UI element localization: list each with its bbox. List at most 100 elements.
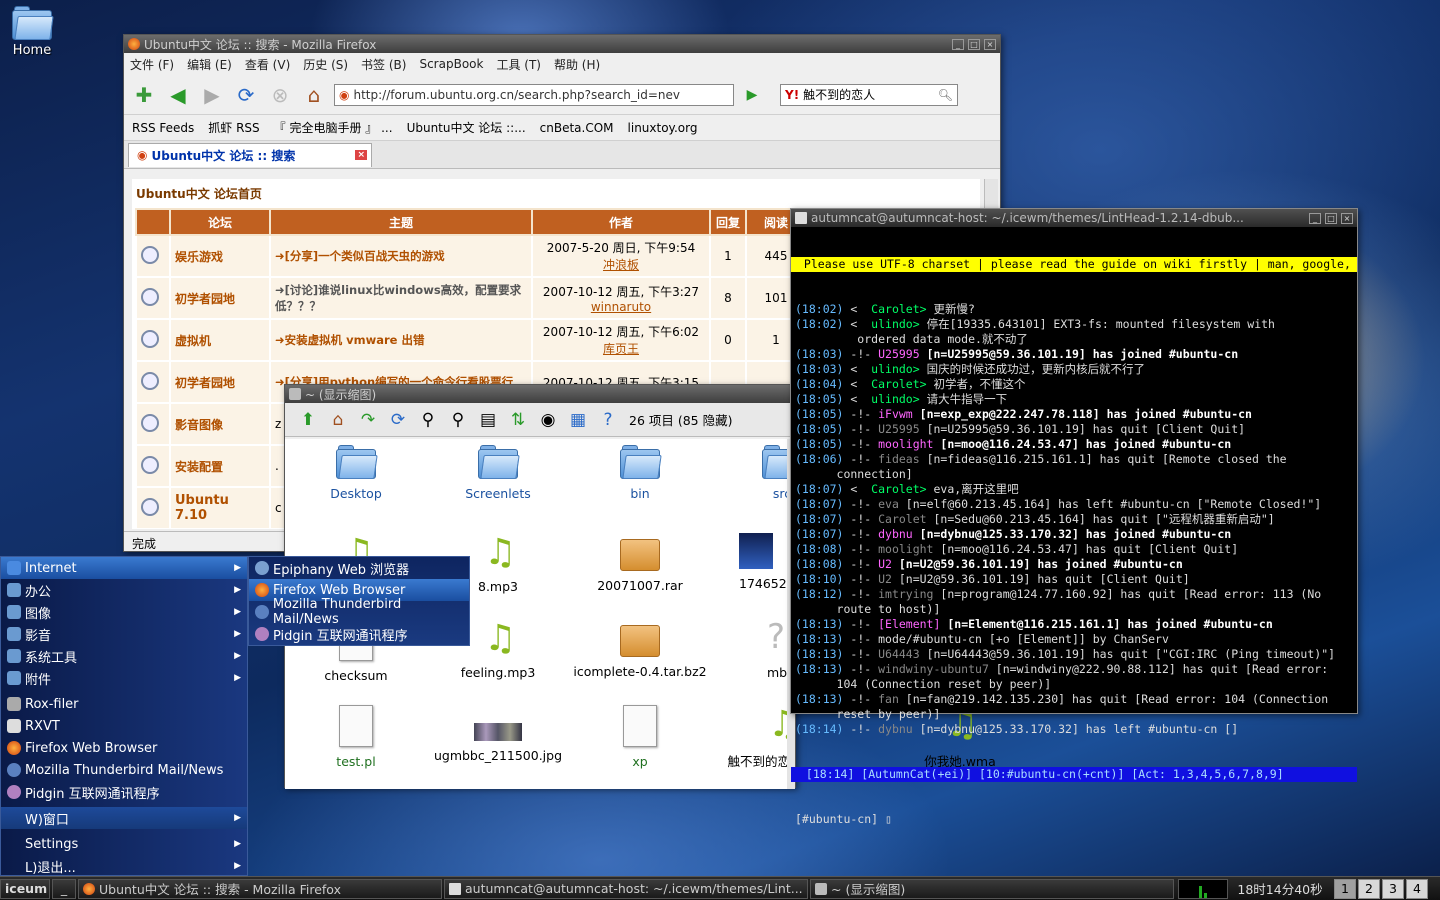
submenu-thunderbird[interactable]: Mozilla Thunderbird Mail/News: [249, 597, 469, 627]
stop-icon[interactable]: ⊗: [266, 81, 294, 109]
search-engine-icon[interactable]: Y!: [781, 88, 803, 102]
menu-rxvt[interactable]: RXVT: [1, 715, 247, 737]
submenu-pidgin[interactable]: Pidgin 互联网通讯程序: [249, 623, 469, 645]
home-icon[interactable]: ⌂: [323, 410, 353, 430]
menu-file[interactable]: 文件 (F): [130, 56, 174, 73]
back-arrow-icon[interactable]: ◀: [164, 81, 192, 109]
menu-tools[interactable]: 工具 (T): [496, 56, 541, 73]
menu-edit[interactable]: 编辑 (E): [187, 56, 232, 73]
task-terminal[interactable]: autumncat@autumncat-host: ~/.icewm/theme…: [444, 878, 808, 899]
menu-pidgin[interactable]: Pidgin 互联网通讯程序: [1, 781, 247, 803]
row-author[interactable]: 库页王: [537, 340, 705, 357]
menu-internet[interactable]: Internet ▶: [1, 557, 247, 579]
menu-graphics[interactable]: 图像 ▶: [1, 601, 247, 623]
menu-accessories[interactable]: 附件 ▶: [1, 667, 247, 689]
maximize-button[interactable]: □: [968, 38, 980, 50]
workspace-1[interactable]: 1: [1334, 878, 1356, 899]
display-icon[interactable]: ▤: [473, 410, 503, 430]
bookmark-ubuntu-forum[interactable]: Ubuntu中文 论坛 ::...: [407, 119, 526, 136]
magnifier-icon[interactable]: 🔍︎: [934, 88, 957, 102]
close-button[interactable]: ×: [1341, 212, 1353, 224]
submenu-epiphany[interactable]: Epiphany Web 浏览器: [249, 557, 469, 579]
maximize-button[interactable]: □: [1325, 212, 1337, 224]
scan-arrow-icon[interactable]: ↷: [353, 410, 383, 430]
forum-heading[interactable]: Ubuntu中文 论坛首页: [132, 179, 980, 208]
workspace-3[interactable]: 3: [1382, 878, 1404, 899]
url-input[interactable]: ◉ http://forum.ubuntu.org.cn/search.php?…: [334, 83, 734, 106]
firefox-titlebar[interactable]: Ubuntu中文 论坛 :: 搜索 - Mozilla Firefox _ □ …: [124, 35, 1000, 53]
bookmark-rss-feeds[interactable]: RSS Feeds: [132, 121, 194, 135]
clock[interactable]: 18时14分40秒: [1228, 879, 1332, 898]
new-tab-icon[interactable]: ✚: [130, 81, 158, 109]
workspace-2[interactable]: 2: [1358, 878, 1380, 899]
row-forum[interactable]: 初学者园地: [169, 276, 271, 320]
row-forum[interactable]: 安装配置: [169, 444, 271, 488]
row-forum[interactable]: 娱乐游戏: [169, 234, 271, 278]
tab-close-icon[interactable]: ×: [355, 150, 367, 160]
menu-help[interactable]: 帮助 (H): [554, 56, 600, 73]
row-author[interactable]: winnaruto: [537, 300, 705, 314]
bookmark-cnbeta[interactable]: cnBeta.COM: [540, 121, 614, 135]
menu-multimedia[interactable]: 影音 ▶: [1, 623, 247, 645]
file-item[interactable]: ♫触不到的恋人.wma: [711, 703, 789, 770]
bookmark-zhuaxia[interactable]: 抓虾 RSS: [208, 119, 259, 136]
file-item[interactable]: Desktop: [285, 445, 427, 501]
forward-arrow-icon[interactable]: ▶: [198, 81, 226, 109]
irc-input[interactable]: [#ubuntu-cn] ▯: [795, 812, 1353, 827]
file-item[interactable]: xp: [569, 703, 711, 769]
row-forum[interactable]: 虚拟机: [169, 318, 271, 362]
menu-thunderbird[interactable]: Mozilla Thunderbird Mail/News: [1, 759, 247, 781]
file-item[interactable]: 20071007.rar: [569, 531, 711, 593]
file-item[interactable]: 17465210: [711, 531, 789, 591]
help-icon[interactable]: ?: [593, 410, 623, 430]
search-input[interactable]: Y! 触不到的恋人 🔍︎: [780, 83, 958, 106]
details-icon[interactable]: ▦: [563, 410, 593, 430]
menu-windows[interactable]: W)窗口 ▶: [1, 807, 247, 829]
menu-scrapbook[interactable]: ScrapBook: [419, 57, 483, 71]
home-icon[interactable]: ⌂: [300, 81, 328, 109]
zoom-out-icon[interactable]: ⚲: [443, 410, 473, 430]
menu-bookmarks[interactable]: 书签 (B): [361, 56, 406, 73]
row-topic[interactable]: ➜安装虚拟机 vmware 出错: [269, 318, 533, 362]
bookmark-pc-manual[interactable]: 『 完全电脑手册 』 ...: [274, 119, 393, 136]
row-forum[interactable]: 初学者园地: [169, 360, 271, 404]
file-item[interactable]: Screenlets: [427, 445, 569, 501]
file-item[interactable]: ? mb: [711, 617, 789, 680]
start-button[interactable]: iceum: [0, 878, 50, 899]
zoom-in-icon[interactable]: ⚲: [413, 410, 443, 430]
refresh-icon[interactable]: ⟳: [383, 410, 413, 430]
home-desktop-icon[interactable]: Home: [6, 6, 58, 58]
menu-history[interactable]: 历史 (S): [303, 56, 348, 73]
menu-rox-filer[interactable]: Rox-filer: [1, 693, 247, 715]
terminal-window[interactable]: autumncat@autumncat-host: ~/.icewm/theme…: [790, 208, 1358, 826]
menu-view[interactable]: 查看 (V): [245, 56, 290, 73]
file-item[interactable]: src: [711, 445, 789, 501]
reload-icon[interactable]: ⟳: [232, 81, 260, 109]
row-topic[interactable]: ➜[讨论]谁说linux比windows高效，配置要求低？？？: [269, 276, 533, 320]
bookmark-linuxtoy[interactable]: linuxtoy.org: [628, 121, 698, 135]
menu-firefox[interactable]: Firefox Web Browser: [1, 737, 247, 759]
file-manager-titlebar[interactable]: ~ (显示缩图): [285, 385, 795, 403]
up-arrow-icon[interactable]: ⬆: [293, 410, 323, 430]
task-file-manager[interactable]: ~ (显示缩图): [810, 878, 1174, 899]
menu-system-tools[interactable]: 系统工具 ▶: [1, 645, 247, 667]
tab-ubuntu-search[interactable]: ◉ Ubuntu中文 论坛 :: 搜索 ×: [128, 142, 372, 167]
file-item[interactable]: bin: [569, 445, 711, 501]
file-item[interactable]: icomplete-0.4.tar.bz2: [569, 617, 711, 679]
workspace-4[interactable]: 4: [1406, 878, 1428, 899]
sort-icon[interactable]: ⇅: [503, 410, 533, 430]
irc-buffer[interactable]: Please use UTF-8 charset | please read t…: [791, 227, 1357, 857]
terminal-titlebar[interactable]: autumncat@autumncat-host: ~/.icewm/theme…: [791, 209, 1357, 227]
go-icon[interactable]: ▶: [738, 81, 766, 109]
menu-office[interactable]: 办公 ▶: [1, 579, 247, 601]
row-forum[interactable]: Ubuntu 7.10: [169, 486, 271, 529]
file-item[interactable]: ugmbbc_211500.jpg: [427, 703, 569, 763]
file-item[interactable]: test.pl: [285, 703, 427, 769]
menu-logout[interactable]: L)退出... ▶: [1, 855, 247, 877]
minimize-button[interactable]: _: [1309, 212, 1321, 224]
row-topic[interactable]: ➜[分享]一个类似百战天虫的游戏: [269, 234, 533, 278]
minimize-button[interactable]: _: [952, 38, 964, 50]
show-hidden-eye-icon[interactable]: ◉: [533, 410, 563, 430]
close-button[interactable]: ×: [984, 38, 996, 50]
task-firefox[interactable]: Ubuntu中文 论坛 :: 搜索 - Mozilla Firefox: [78, 878, 442, 899]
